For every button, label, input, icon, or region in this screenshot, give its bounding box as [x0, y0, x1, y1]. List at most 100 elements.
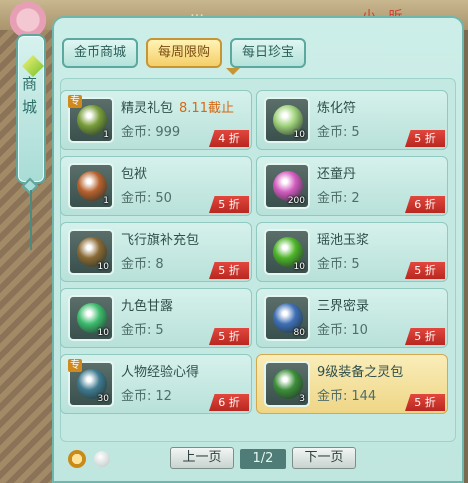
item-name-row: 还童丹: [317, 163, 356, 182]
item-name: 包袱: [121, 167, 148, 182]
item-thumbnail: 200: [264, 163, 310, 209]
orb-icon[interactable]: [94, 451, 110, 467]
discount-tag: 4 折: [209, 130, 249, 147]
item-quantity: 10: [97, 328, 109, 338]
item-price-row: 金币: 8: [121, 253, 164, 272]
discount-tag: 5 折: [405, 130, 445, 147]
price-label: 金币:: [317, 191, 348, 206]
discount-tag: 5 折: [405, 394, 445, 411]
item-name-row: 九色甘露: [121, 295, 173, 314]
prev-page-button[interactable]: 上一页: [170, 447, 234, 469]
item-quantity: 3: [299, 394, 305, 404]
price-label: 金币:: [121, 191, 152, 206]
item-name-row: 精灵礼包 8.11截止: [121, 97, 234, 116]
price-value: 50: [155, 191, 172, 206]
item-thumbnail: 10: [264, 229, 310, 275]
next-page-button[interactable]: 下一页: [292, 447, 356, 469]
item-price-row: 金币: 12: [121, 385, 172, 404]
price-value: 144: [351, 389, 377, 404]
item-quantity: 10: [97, 262, 109, 272]
discount-tag: 5 折: [209, 262, 249, 279]
item-quantity: 1: [103, 196, 109, 206]
shop-item-card[interactable]: 30 专 人物经验心得 金币: 12 6 折: [60, 354, 252, 414]
discount-tag: 5 折: [405, 328, 445, 345]
tab-weekly-limited[interactable]: 每周限购: [146, 38, 222, 68]
shop-item-card[interactable]: 10 炼化符金币: 5 5 折: [256, 90, 448, 150]
item-price-row: 金币: 5: [317, 253, 360, 272]
item-quantity: 200: [287, 196, 305, 206]
item-price-row: 金币: 2: [317, 187, 360, 206]
mall-side-tab[interactable]: 商城: [16, 34, 46, 184]
item-price-row: 金币: 5: [317, 121, 360, 140]
item-name: 精灵礼包: [121, 101, 174, 116]
item-name: 瑶池玉浆: [317, 233, 370, 248]
item-name: 九色甘露: [121, 299, 174, 314]
item-quantity: 80: [293, 328, 305, 338]
item-quantity: 10: [293, 130, 305, 140]
discount-tag: 5 折: [209, 328, 249, 345]
shop-item-card[interactable]: 200 还童丹金币: 2 6 折: [256, 156, 448, 216]
item-name: 人物经验心得: [121, 365, 200, 380]
item-deadline: 8.11截止: [179, 101, 234, 116]
item-price-row: 金币: 10: [317, 319, 368, 338]
item-name-row: 9级装备之灵包: [317, 361, 403, 380]
item-price-row: 金币: 5: [121, 319, 164, 338]
item-name: 9级装备之灵包: [317, 365, 404, 380]
magnifier-icon[interactable]: [68, 450, 86, 468]
item-name: 还童丹: [317, 167, 357, 182]
price-label: 金币:: [121, 323, 152, 338]
side-tab-rope: [30, 190, 32, 250]
discount-tag: 5 折: [405, 262, 445, 279]
tab-gold-shop[interactable]: 金币商城: [62, 38, 138, 68]
item-name: 飞行旗补充包: [121, 233, 200, 248]
item-price-row: 金币: 144: [317, 385, 376, 404]
mall-side-tab-label: 商城: [20, 76, 38, 122]
discount-tag: 6 折: [209, 394, 249, 411]
page-indicator: 1/2: [240, 449, 286, 469]
item-thumbnail: 80: [264, 295, 310, 341]
item-name-row: 瑶池玉浆: [317, 229, 369, 248]
price-label: 金币:: [121, 125, 152, 140]
item-thumbnail: 10: [264, 97, 310, 143]
item-price-row: 金币: 50: [121, 187, 172, 206]
price-label: 金币:: [317, 389, 348, 404]
item-quantity: 10: [293, 262, 305, 272]
item-quantity: 30: [97, 394, 109, 404]
price-value: 5: [351, 125, 360, 140]
item-name-row: 人物经验心得: [121, 361, 199, 380]
price-value: 8: [155, 257, 164, 272]
shop-item-card[interactable]: 80 三界密录金币: 10 5 折: [256, 288, 448, 348]
exclusive-badge: 专: [68, 359, 82, 372]
shop-item-card[interactable]: 1 专 精灵礼包 8.11截止金币: 999 4 折: [60, 90, 252, 150]
shop-item-card[interactable]: 10 瑶池玉浆金币: 5 5 折: [256, 222, 448, 282]
shop-item-card[interactable]: 3 9级装备之灵包 金币: 144 5 折: [256, 354, 448, 414]
item-name-row: 炼化符: [317, 97, 356, 116]
item-thumbnail: 10: [68, 229, 114, 275]
price-value: 2: [351, 191, 360, 206]
exclusive-badge: 专: [68, 95, 82, 108]
price-value: 999: [155, 125, 181, 140]
item-thumbnail: 10: [68, 295, 114, 341]
price-value: 12: [155, 389, 172, 404]
item-quantity: 1: [103, 130, 109, 140]
item-name-row: 飞行旗补充包: [121, 229, 199, 248]
shop-item-card[interactable]: 10 飞行旗补充包 金币: 8 5 折: [60, 222, 252, 282]
shop-item-card[interactable]: 1 包袱金币: 50 5 折: [60, 156, 252, 216]
discount-tag: 5 折: [209, 196, 249, 213]
item-thumbnail: 3: [264, 361, 310, 407]
price-label: 金币:: [317, 257, 348, 272]
discount-tag: 6 折: [405, 196, 445, 213]
active-tab-pointer: [226, 68, 240, 75]
tab-daily-treasure[interactable]: 每日珍宝: [230, 38, 306, 68]
item-name: 炼化符: [317, 101, 357, 116]
price-value: 5: [155, 323, 164, 338]
price-label: 金币:: [317, 323, 348, 338]
item-name-row: 三界密录: [317, 295, 369, 314]
item-name: 三界密录: [317, 299, 370, 314]
shop-item-card[interactable]: 10 九色甘露金币: 5 5 折: [60, 288, 252, 348]
price-label: 金币:: [121, 257, 152, 272]
item-name-row: 包袱: [121, 163, 147, 182]
item-thumbnail: 1: [68, 163, 114, 209]
price-value: 10: [351, 323, 368, 338]
price-label: 金币:: [121, 389, 152, 404]
